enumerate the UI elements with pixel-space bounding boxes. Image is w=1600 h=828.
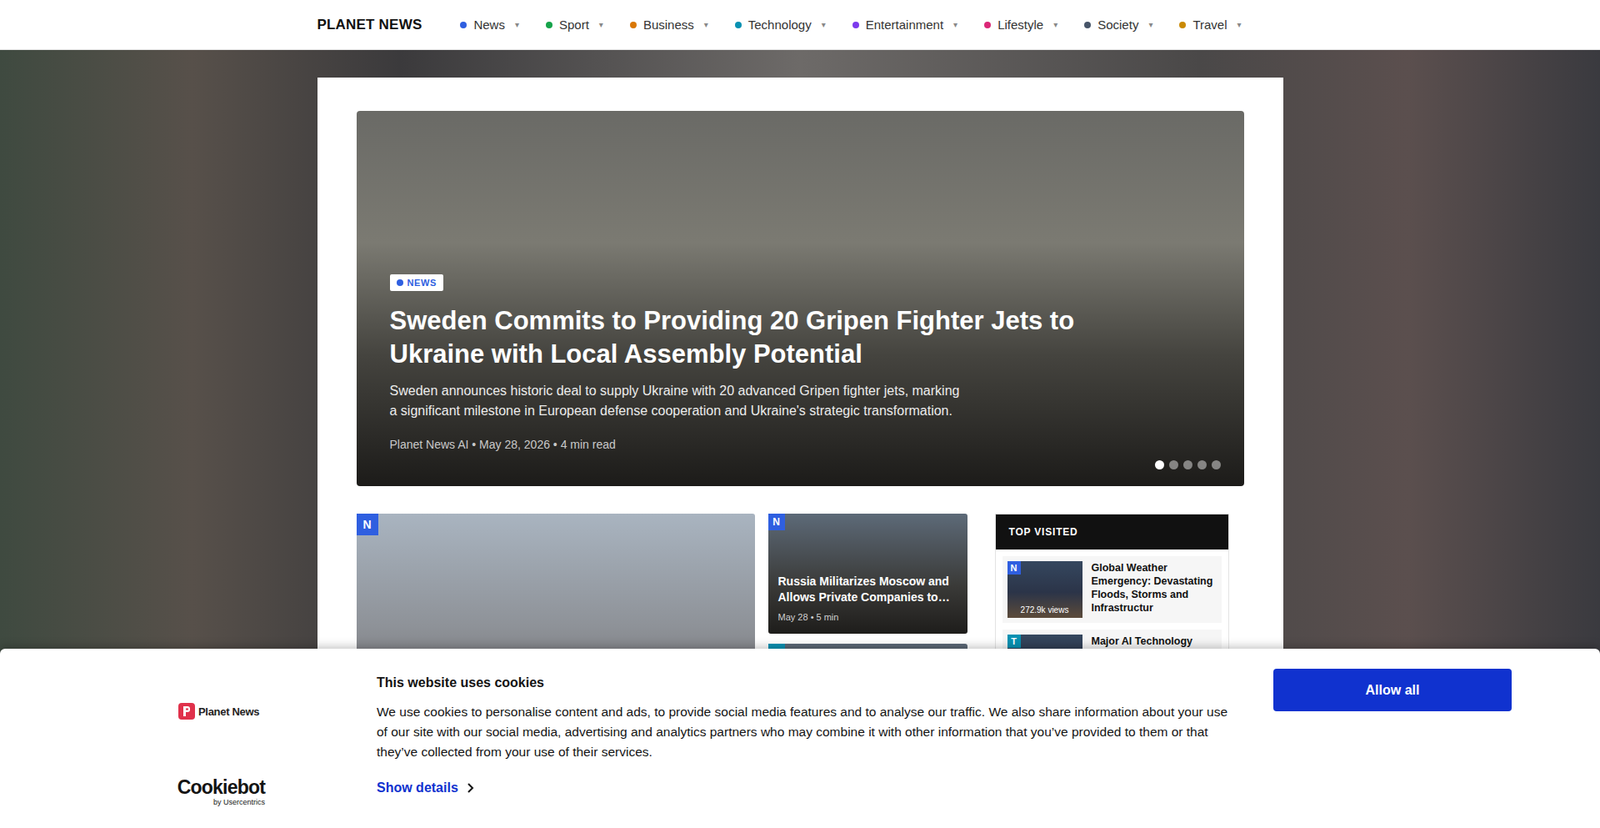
category-nav: News ▾ Sport ▾ Business ▾ Technology ▾ E… xyxy=(460,17,1241,32)
category-badge: N xyxy=(768,513,785,530)
cookie-text: We use cookies to personalise content an… xyxy=(376,701,1229,762)
cookie-banner: Planet News Cookiebot by Usercentrics Th… xyxy=(0,648,1600,828)
nav-item[interactable]: News ▾ xyxy=(460,17,520,32)
nav-item[interactable]: Lifestyle ▾ xyxy=(984,17,1058,32)
nav-item[interactable]: Sport ▾ xyxy=(545,17,604,32)
caret-icon: ▾ xyxy=(704,20,709,30)
category-dot xyxy=(460,21,467,29)
slide-dots xyxy=(1155,460,1221,470)
top-nav: PLANET NEWS News ▾ Sport ▾ Business ▾ Te… xyxy=(0,0,1600,50)
page: PLANET NEWS News ▾ Sport ▾ Business ▾ Te… xyxy=(0,0,1600,828)
caret-icon: ▾ xyxy=(953,20,958,30)
planet-news-icon xyxy=(178,702,195,720)
category-badge: NEWS xyxy=(390,274,444,291)
top-visited-item[interactable]: N 272.9k views Global Weather Emergency:… xyxy=(1002,555,1222,623)
brand-logo[interactable]: PLANET NEWS xyxy=(317,16,423,34)
cookie-title: This website uses cookies xyxy=(376,675,1229,690)
caret-icon: ▾ xyxy=(515,20,520,30)
caret-icon: ▾ xyxy=(1237,20,1242,30)
caret-icon: ▾ xyxy=(599,20,604,30)
nav-item[interactable]: Entertainment ▾ xyxy=(852,17,958,32)
category-badge: N xyxy=(1007,560,1021,575)
category-badge: N xyxy=(356,513,379,535)
cookiebot-logo: Cookiebot by Usercentrics xyxy=(178,777,265,806)
allow-all-button[interactable]: Allow all xyxy=(1273,668,1512,711)
caret-icon: ▾ xyxy=(1053,20,1058,30)
nav-item[interactable]: Society ▾ xyxy=(1084,17,1153,32)
nav-item[interactable]: Technology ▾ xyxy=(735,17,826,32)
nav-item[interactable]: Travel ▾ xyxy=(1179,17,1241,32)
hero-title[interactable]: Sweden Commits to Providing 20 Gripen Fi… xyxy=(390,304,1140,371)
hero-slide[interactable]: NEWS Sweden Commits to Providing 20 Grip… xyxy=(356,110,1245,486)
category-badge: T xyxy=(1007,634,1021,648)
top-visited-heading: TOP VISITED xyxy=(995,514,1229,550)
show-details-link[interactable]: Show details xyxy=(376,780,1229,795)
nav-item[interactable]: Business ▾ xyxy=(630,17,709,32)
caret-icon: ▾ xyxy=(821,20,826,30)
category-dot xyxy=(852,21,860,29)
caret-icon: ▾ xyxy=(1148,20,1153,30)
category-dot xyxy=(1179,21,1186,29)
category-dot xyxy=(735,21,742,29)
chevron-right-icon xyxy=(466,781,475,794)
slide-dot[interactable] xyxy=(1183,460,1193,470)
planet-news-logo: Planet News xyxy=(178,702,332,720)
slide-dot[interactable] xyxy=(1155,460,1165,470)
category-dot xyxy=(630,21,637,29)
hero-description: Sweden announces historic deal to supply… xyxy=(390,380,965,421)
category-dot xyxy=(1084,21,1091,29)
hero-meta: Planet News AI • May 28, 2026 • 4 min re… xyxy=(390,437,1140,451)
small-card[interactable]: N Russia Militarizes Moscow and Allows P… xyxy=(768,513,968,634)
slide-dot[interactable] xyxy=(1211,460,1221,470)
thumbnail: N 272.9k views xyxy=(1007,560,1083,618)
slide-dot[interactable] xyxy=(1197,460,1207,470)
slide-dot[interactable] xyxy=(1169,460,1179,470)
category-dot xyxy=(984,21,991,29)
category-dot xyxy=(545,21,553,29)
